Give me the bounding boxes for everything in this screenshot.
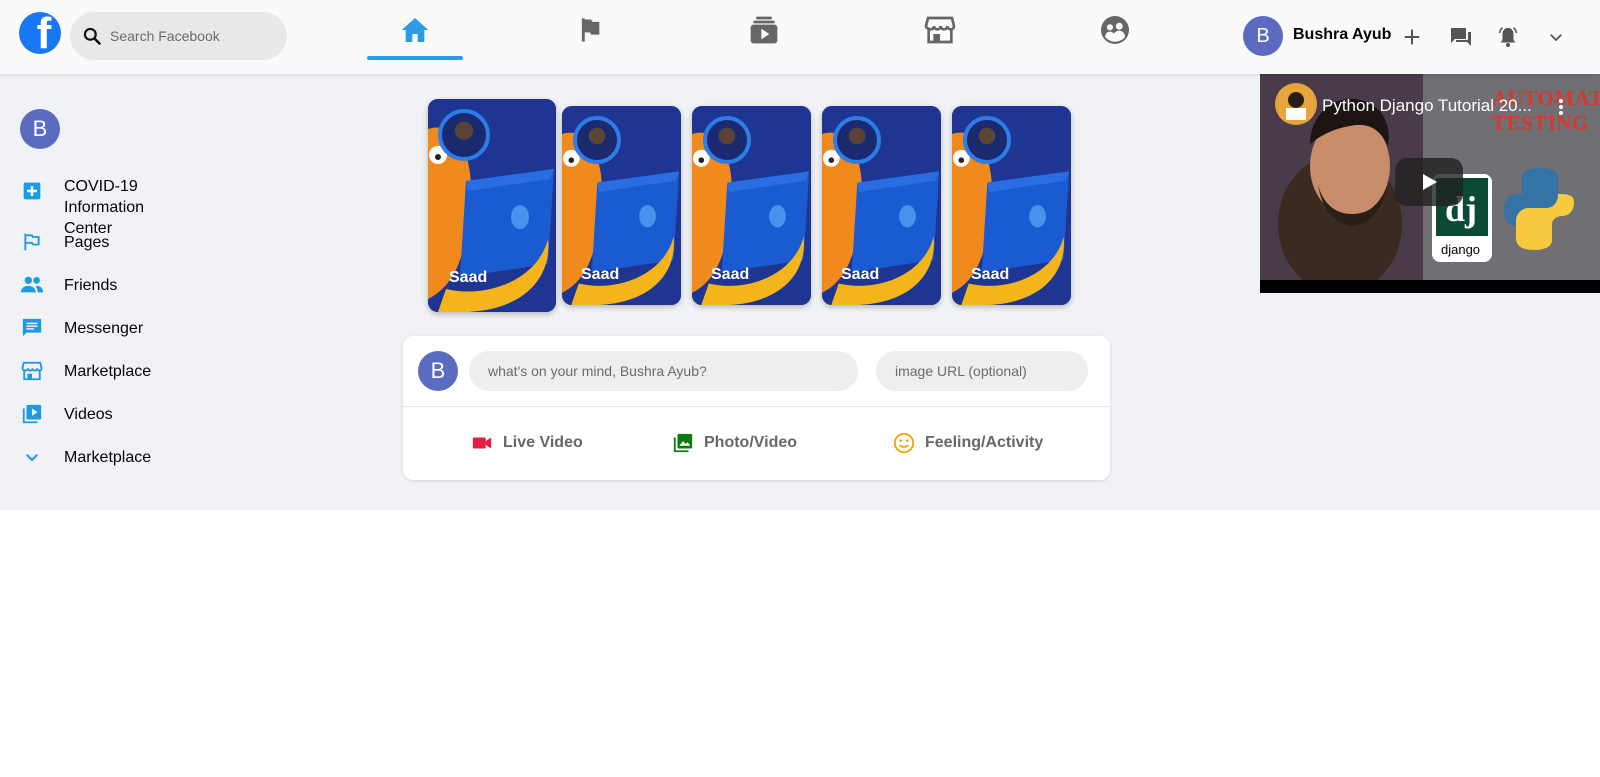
- image-url-field[interactable]: [876, 351, 1088, 391]
- flag-outline-icon: [20, 230, 44, 254]
- story-avatar-ring: [703, 116, 751, 164]
- groups-icon: [1101, 16, 1129, 44]
- sidebar-item-label: Friends: [64, 277, 118, 294]
- account-menu-button[interactable]: [1541, 22, 1571, 52]
- sidebar-item-messenger[interactable]: Messenger: [20, 316, 143, 340]
- story-name: Saad: [581, 266, 620, 283]
- nav-tab-pages[interactable]: [542, 0, 638, 60]
- story-name: Saad: [971, 266, 1010, 283]
- photo-video-label: Photo/Video: [704, 434, 798, 451]
- video-library-icon: [20, 402, 44, 426]
- composer-avatar-initial: B: [430, 358, 446, 383]
- live-video-button[interactable]: Live Video: [471, 432, 583, 454]
- header-avatar-initial: B: [1256, 24, 1270, 47]
- story-card[interactable]: Saad: [428, 99, 556, 312]
- play-button[interactable]: [1395, 158, 1463, 206]
- video-stack-icon: [750, 16, 778, 44]
- messenger-icon: [1451, 28, 1471, 46]
- story-name: Saad: [449, 269, 488, 286]
- sidebar-item-covid[interactable]: COVID-19 Information Center: [20, 176, 144, 237]
- story-name: Saad: [711, 266, 750, 283]
- story-name: Saad: [841, 266, 880, 283]
- facebook-logo[interactable]: f: [19, 12, 61, 54]
- nav-tab-marketplace[interactable]: [892, 0, 988, 60]
- flag-icon: [581, 18, 600, 42]
- search-icon: [83, 27, 101, 45]
- chevron-down-icon: [20, 445, 44, 469]
- live-video-label: Live Video: [503, 434, 583, 451]
- header-user-name[interactable]: Bushra Ayub: [1293, 26, 1391, 44]
- search-box[interactable]: [70, 12, 287, 60]
- story-avatar-ring: [833, 116, 881, 164]
- image-url-input[interactable]: [895, 363, 1088, 379]
- composer-avatar: B: [418, 351, 458, 391]
- sidebar-item-pages[interactable]: Pages: [20, 230, 109, 254]
- search-input[interactable]: [110, 28, 280, 44]
- message-input[interactable]: [488, 363, 858, 379]
- messenger-button[interactable]: [1446, 22, 1476, 52]
- sidebar-item-marketplace[interactable]: Marketplace: [20, 359, 151, 383]
- videocam-icon: [472, 437, 492, 449]
- story-avatar-ring: [573, 116, 621, 164]
- create-button[interactable]: [1397, 22, 1427, 52]
- composer-divider: [403, 406, 1110, 407]
- plus-icon: [1404, 29, 1420, 45]
- sidebar-profile-initial: B: [32, 116, 48, 141]
- play-icon: [1423, 174, 1437, 190]
- video-title[interactable]: Python Django Tutorial 20...: [1322, 96, 1548, 116]
- app-root: f B Bushra Ayub: [0, 0, 1600, 510]
- story-avatar-ring: [963, 116, 1011, 164]
- sidebar-item-friends[interactable]: Friends: [20, 273, 117, 297]
- story-card[interactable]: Saad: [562, 106, 681, 305]
- message-field[interactable]: [469, 351, 858, 391]
- notification-bell-icon: [1498, 27, 1518, 47]
- sidebar-item-label: COVID-19 Information Center: [64, 178, 145, 237]
- top-navbar: f B Bushra Ayub: [0, 0, 1600, 74]
- photo-video-button[interactable]: Photo/Video: [672, 432, 797, 454]
- medical-plus-icon: [20, 179, 44, 203]
- story-card[interactable]: Saad: [692, 106, 811, 305]
- notifications-button[interactable]: [1493, 22, 1523, 52]
- photo-library-icon: [673, 433, 693, 453]
- story-card[interactable]: Saad: [952, 106, 1071, 305]
- feeling-activity-button[interactable]: Feeling/Activity: [893, 432, 1043, 454]
- nav-tab-home[interactable]: [367, 0, 463, 60]
- sidebar-item-see-more[interactable]: Marketplace: [20, 445, 151, 469]
- chevron-down-icon: [1550, 34, 1562, 42]
- header-avatar[interactable]: B: [1243, 16, 1283, 56]
- chat-icon: [20, 316, 44, 340]
- more-options-icon[interactable]: [1558, 98, 1564, 116]
- sidebar-item-label: Pages: [64, 234, 110, 251]
- sidebar-item-videos[interactable]: Videos: [20, 402, 113, 426]
- sidebar-item-label: Marketplace: [64, 449, 152, 466]
- sidebar-item-label: Marketplace: [64, 363, 152, 380]
- sidebar-item-label: Messenger: [64, 320, 144, 337]
- svg-text:django: django: [1441, 242, 1480, 257]
- video-embed[interactable]: dj django AUTOMATED TESTING Python Djang…: [1260, 74, 1600, 293]
- sidebar-profile-avatar[interactable]: B: [20, 109, 60, 149]
- smiley-icon: [893, 432, 915, 454]
- nav-tab-groups[interactable]: [1067, 0, 1163, 60]
- story-card[interactable]: Saad: [822, 106, 941, 305]
- nav-tab-watch[interactable]: [716, 0, 812, 60]
- people-icon: [20, 273, 44, 297]
- sidebar-item-label: Videos: [64, 406, 113, 423]
- home-icon: [401, 18, 429, 42]
- storefront-icon: [924, 16, 956, 44]
- storefront-icon: [20, 359, 44, 383]
- feeling-activity-label: Feeling/Activity: [925, 434, 1044, 451]
- story-avatar-ring: [438, 109, 490, 161]
- post-composer: B Live Video Photo/Video Feeling/Activit…: [403, 336, 1110, 480]
